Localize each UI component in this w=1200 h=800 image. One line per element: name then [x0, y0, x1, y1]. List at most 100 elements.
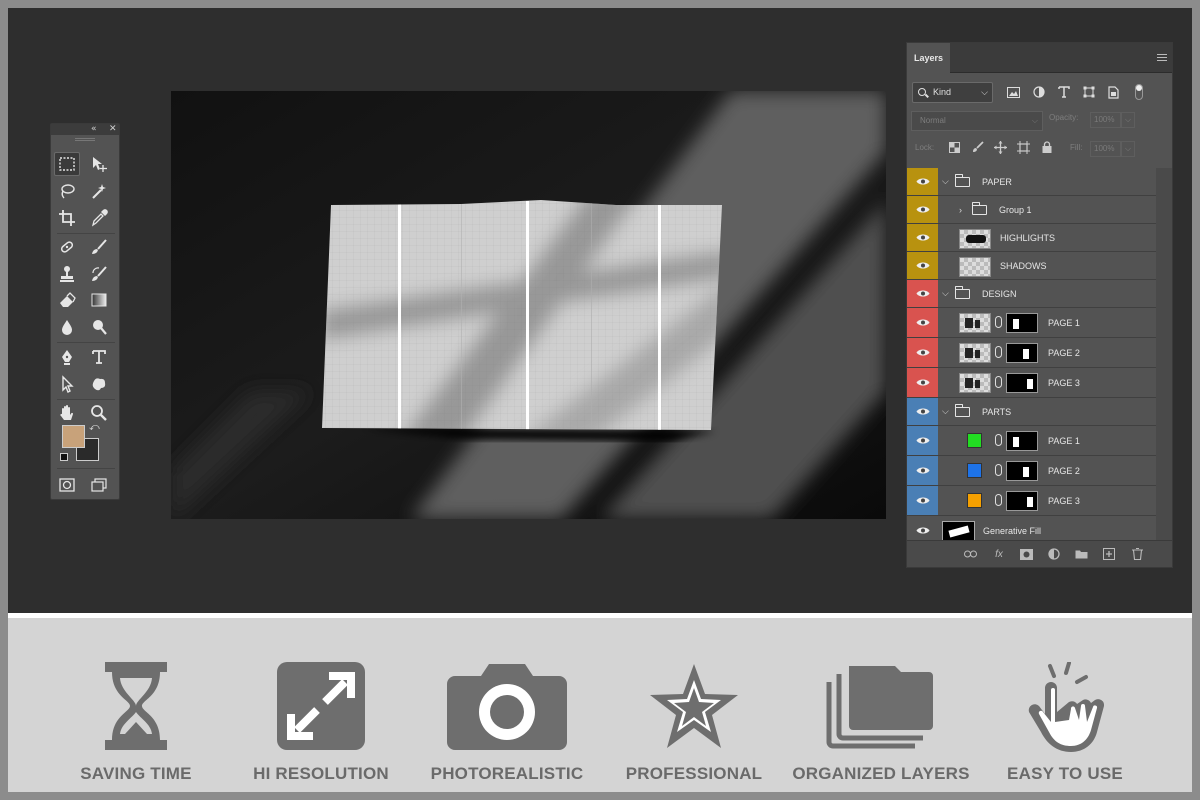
visibility-eye-icon[interactable]	[907, 168, 938, 195]
lasso-tool-icon[interactable]	[54, 179, 80, 203]
gradient-tool-icon[interactable]	[86, 288, 112, 312]
new-adjustment-icon[interactable]	[1047, 547, 1061, 561]
layers-scrollbar[interactable]	[1156, 168, 1172, 540]
new-layer-icon[interactable]	[1102, 547, 1116, 561]
layer-mask-thumbnail[interactable]	[1006, 491, 1038, 511]
visibility-eye-icon[interactable]	[907, 280, 938, 307]
hand-tool-icon[interactable]	[54, 401, 80, 425]
visibility-eye-icon[interactable]	[907, 252, 938, 279]
chevron-right-icon[interactable]: ›	[959, 196, 962, 223]
tab-layers[interactable]: Layers	[907, 43, 950, 73]
layer-row[interactable]: SHADOWS	[907, 252, 1156, 280]
visibility-eye-icon[interactable]	[907, 338, 938, 367]
lock-position-icon[interactable]	[989, 139, 1012, 155]
chevron-down-icon[interactable]: ⌵	[942, 280, 949, 307]
chevron-down-icon[interactable]: ⌵	[942, 168, 949, 195]
link-icon[interactable]	[995, 346, 1002, 358]
layer-row[interactable]: PAGE 2	[907, 338, 1156, 368]
quick-mask-icon[interactable]	[54, 473, 80, 497]
layer-row[interactable]: PAGE 1	[907, 426, 1156, 456]
grip-icon[interactable]	[75, 138, 95, 141]
add-mask-icon[interactable]	[1019, 547, 1033, 561]
crop-tool-icon[interactable]	[54, 206, 80, 230]
layer-mask-thumbnail[interactable]	[1006, 431, 1038, 451]
visibility-eye-icon[interactable]	[907, 308, 938, 337]
type-tool-icon[interactable]	[86, 345, 112, 369]
panel-menu-icon[interactable]	[1157, 54, 1167, 61]
lock-transparent-icon[interactable]	[943, 139, 966, 155]
layer-row[interactable]: › Group 1	[907, 196, 1156, 224]
link-icon[interactable]	[995, 376, 1002, 388]
shape-tool-icon[interactable]	[86, 372, 112, 396]
layer-row[interactable]: ⌵ PAPER	[907, 168, 1156, 196]
link-layers-icon[interactable]	[963, 547, 977, 561]
document-canvas[interactable]	[171, 91, 886, 519]
layer-row[interactable]: PAGE 3	[907, 368, 1156, 398]
history-brush-tool-icon[interactable]	[86, 262, 112, 286]
pen-tool-icon[interactable]	[54, 345, 80, 369]
visibility-eye-icon[interactable]	[907, 486, 938, 515]
adjustment-filter-icon[interactable]	[1026, 81, 1051, 103]
swap-colors-icon[interactable]: ⤺	[89, 422, 100, 433]
eraser-tool-icon[interactable]	[54, 288, 80, 312]
kind-filter-select[interactable]: Kind ⌵	[912, 82, 993, 103]
new-group-icon[interactable]	[1074, 547, 1088, 561]
link-icon[interactable]	[995, 434, 1002, 446]
dodge-tool-icon[interactable]	[86, 315, 112, 339]
camera-icon	[447, 662, 567, 755]
blend-mode-select[interactable]: Normal ⌵	[911, 111, 1043, 131]
trash-icon[interactable]	[1130, 547, 1144, 561]
blur-tool-icon[interactable]	[54, 315, 80, 339]
layer-mask-thumbnail[interactable]	[1006, 343, 1038, 363]
layer-mask-thumbnail[interactable]	[1006, 313, 1038, 333]
visibility-eye-icon[interactable]	[907, 456, 938, 485]
layer-mask-thumbnail[interactable]	[1006, 373, 1038, 393]
fill-color-swatch[interactable]	[967, 463, 982, 478]
fill-color-swatch[interactable]	[967, 493, 982, 508]
layer-row[interactable]: PAGE 1	[907, 308, 1156, 338]
lock-pixels-icon[interactable]	[966, 139, 989, 155]
healing-tool-icon[interactable]	[54, 235, 80, 259]
fill-dropdown-button[interactable]: ⌵	[1121, 141, 1135, 157]
layer-row[interactable]: PAGE 2	[907, 456, 1156, 486]
lock-artboard-icon[interactable]	[1012, 139, 1035, 155]
default-colors-icon[interactable]	[60, 453, 68, 461]
layer-row[interactable]: PAGE 3	[907, 486, 1156, 516]
foreground-color-swatch[interactable]	[62, 425, 85, 448]
layer-mask-thumbnail[interactable]	[1006, 461, 1038, 481]
chevron-down-icon[interactable]: ⌵	[942, 398, 949, 425]
lock-all-icon[interactable]	[1035, 139, 1058, 155]
filter-toggle-icon[interactable]	[1126, 81, 1151, 103]
stamp-tool-icon[interactable]	[54, 262, 80, 286]
link-icon[interactable]	[995, 316, 1002, 328]
visibility-eye-icon[interactable]	[907, 368, 938, 397]
move-tool-icon[interactable]	[86, 152, 112, 176]
marquee-tool-icon[interactable]	[54, 152, 80, 176]
magic-wand-tool-icon[interactable]	[86, 179, 112, 203]
opacity-field[interactable]: 100%	[1090, 112, 1121, 128]
smart-object-filter-icon[interactable]	[1101, 81, 1126, 103]
layer-row[interactable]: ⌵ PARTS	[907, 398, 1156, 426]
fx-icon[interactable]: fx	[992, 547, 1006, 561]
opacity-dropdown-button[interactable]: ⌵	[1121, 112, 1135, 128]
brush-tool-icon[interactable]	[86, 235, 112, 259]
path-selection-tool-icon[interactable]	[54, 372, 80, 396]
fill-field[interactable]: 100%	[1090, 141, 1121, 157]
collapse-icon[interactable]: «	[91, 124, 97, 135]
fill-color-swatch[interactable]	[967, 433, 982, 448]
layer-row[interactable]: ⌵ DESIGN	[907, 280, 1156, 308]
eyedropper-tool-icon[interactable]	[86, 206, 112, 230]
visibility-eye-icon[interactable]	[907, 224, 938, 251]
screen-mode-icon[interactable]	[86, 473, 112, 497]
pixel-filter-icon[interactable]	[1001, 81, 1026, 103]
type-filter-icon[interactable]	[1051, 81, 1076, 103]
visibility-eye-icon[interactable]	[907, 426, 938, 455]
link-icon[interactable]	[995, 464, 1002, 476]
layer-row[interactable]: HIGHLIGHTS	[907, 224, 1156, 252]
visibility-eye-icon[interactable]	[907, 196, 938, 223]
shape-filter-icon[interactable]	[1076, 81, 1101, 103]
close-icon[interactable]: ✕	[109, 124, 117, 135]
lock-label: Lock:	[915, 143, 935, 152]
visibility-eye-icon[interactable]	[907, 398, 938, 425]
link-icon[interactable]	[995, 494, 1002, 506]
